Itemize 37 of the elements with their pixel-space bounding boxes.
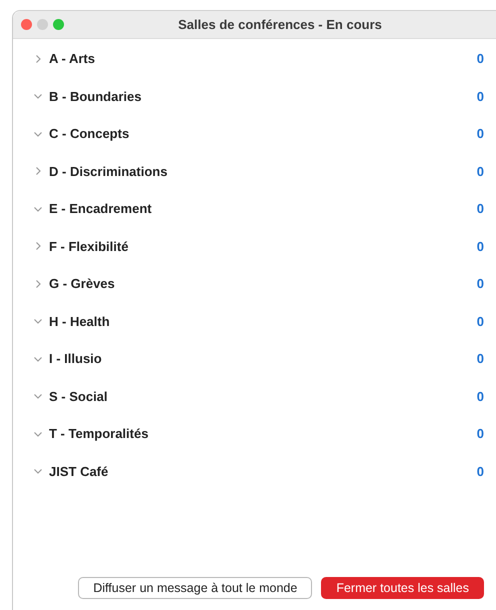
room-name[interactable]: A - Arts [49,51,477,66]
participant-count: 0 [476,51,484,66]
room-name[interactable]: G - Grèves [49,276,477,292]
chevron-right-icon[interactable] [33,241,43,252]
zoom-button[interactable] [53,19,64,30]
close-all-button[interactable]: Fermer toutes les salles [321,577,484,599]
window-title: Salles de conférences - En cours [177,17,383,32]
room-name[interactable]: JIST Café [49,464,477,479]
chevron-down-icon[interactable] [33,466,43,476]
participant-count: 0 [476,351,484,366]
participant-count: 0 [476,238,484,254]
participant-count: 0 [476,201,484,216]
room-name[interactable]: B - Boundaries [49,88,477,104]
participant-count: 0 [476,426,484,442]
room-name[interactable]: E - Encadrement [49,201,477,216]
room-name[interactable]: F - Flexibilité [49,238,477,254]
chevron-right-icon[interactable] [33,278,43,289]
room-name[interactable]: C - Concepts [49,126,477,142]
room-name[interactable]: D - Discriminations [49,164,477,179]
room-name[interactable]: I - Illusio [49,351,477,366]
participant-count: 0 [476,314,484,329]
room-name[interactable]: S - Social [49,388,477,404]
participant-count: 0 [476,164,484,179]
chevron-down-icon[interactable] [33,91,43,102]
room-name[interactable]: T - Temporalités [49,426,477,442]
broadcast-button[interactable]: Diffuser un message à tout le monde [78,577,312,599]
room-name[interactable]: H - Health [49,314,477,329]
close-button[interactable] [21,19,32,30]
chevron-right-icon[interactable] [33,166,43,176]
participant-count: 0 [476,464,484,479]
participant-count: 0 [476,276,484,292]
participant-count: 0 [476,126,484,142]
chevron-down-icon[interactable] [33,391,43,402]
chevron-down-icon[interactable] [33,316,43,326]
participant-count: 0 [476,88,484,104]
participant-count: 0 [476,388,484,404]
chevron-right-icon[interactable] [33,54,43,64]
